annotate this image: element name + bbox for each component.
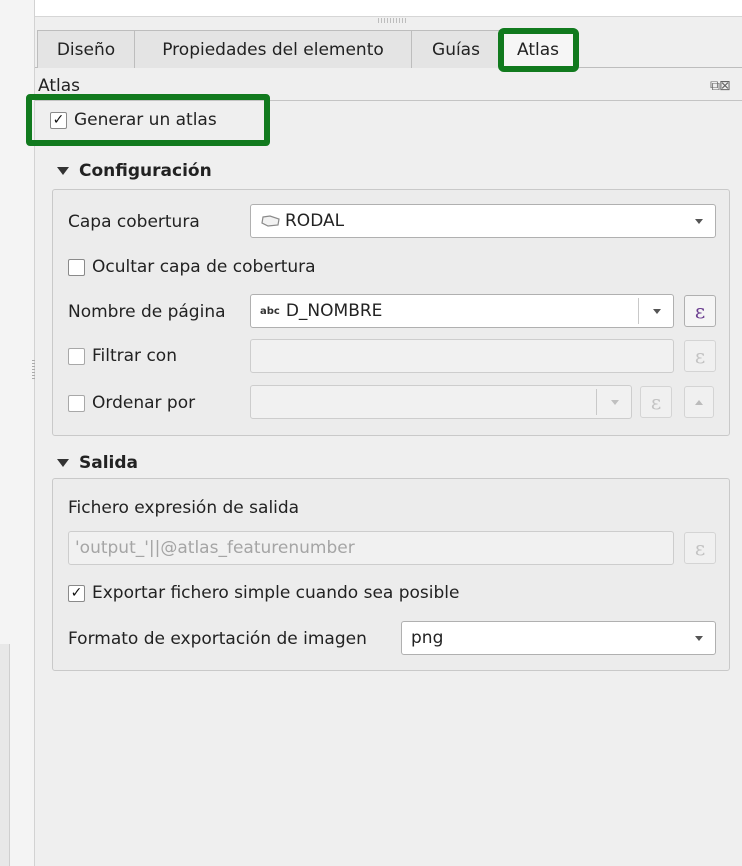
collapse-triangle-icon[interactable] xyxy=(57,459,69,467)
tab-propiedades-elemento[interactable]: Propiedades del elemento xyxy=(134,30,412,68)
sort-label: Ordenar por xyxy=(92,393,196,413)
image-format-combo[interactable]: png xyxy=(401,621,716,655)
section-title: Configuración xyxy=(79,161,212,181)
output-expression-button: ε xyxy=(684,532,716,564)
expression-icon: ε xyxy=(694,344,706,368)
chevron-down-icon[interactable] xyxy=(653,309,661,314)
expression-icon: ε xyxy=(650,390,662,414)
page-name-value: D_NOMBRE xyxy=(285,301,383,321)
salida-header[interactable]: Salida xyxy=(57,451,138,475)
tab-label: Guías xyxy=(432,39,480,60)
string-field-icon: abc xyxy=(260,305,280,317)
expression-icon: ε xyxy=(694,299,706,323)
sort-up-icon xyxy=(695,400,703,405)
polygon-layer-icon xyxy=(261,215,280,227)
dock-window-buttons: ⧉⊠ xyxy=(710,78,731,94)
float-icon[interactable]: ⧉ xyxy=(710,78,720,94)
sort-expression-button: ε xyxy=(640,386,672,418)
coverage-layer-value: RODAL xyxy=(285,211,345,231)
tab-label: Diseño xyxy=(56,39,116,60)
single-file-checkbox[interactable]: ✓ Exportar fichero simple cuando sea pos… xyxy=(68,581,459,605)
page-name-combo[interactable]: abc D_NOMBRE xyxy=(250,294,674,328)
tab-guias[interactable]: Guías xyxy=(411,30,501,68)
combo-separator xyxy=(638,298,639,324)
sort-field-combo xyxy=(250,385,632,419)
coverage-layer-combo[interactable]: RODAL xyxy=(250,204,716,238)
checkbox-box[interactable] xyxy=(68,347,85,365)
chevron-down-icon xyxy=(695,636,703,641)
page-name-expression-button[interactable]: ε xyxy=(684,295,716,327)
atlas-tab-highlight xyxy=(498,28,579,72)
image-format-label: Formato de exportación de imagen xyxy=(68,629,367,649)
sort-checkbox[interactable]: Ordenar por xyxy=(68,391,195,415)
tab-bar: Diseño Propiedades del elemento Guías At… xyxy=(35,28,742,69)
generate-atlas-highlight xyxy=(26,94,270,146)
image-format-value: png xyxy=(411,628,444,648)
chevron-down-icon xyxy=(611,400,619,405)
hide-coverage-checkbox[interactable]: Ocultar capa de cobertura xyxy=(68,255,316,279)
expression-icon: ε xyxy=(694,536,706,560)
tab-label: Propiedades del elemento xyxy=(162,39,384,60)
filter-expression-button: ε xyxy=(684,340,716,372)
checkbox-box[interactable] xyxy=(68,258,85,276)
tab-diseno[interactable]: Diseño xyxy=(37,30,135,68)
checkbox-box[interactable] xyxy=(68,394,85,412)
filter-checkbox[interactable]: Filtrar con xyxy=(68,344,177,368)
output-expression-label: Fichero expresión de salida xyxy=(68,498,300,518)
combo-separator xyxy=(596,389,597,415)
filter-input xyxy=(250,339,674,373)
hide-coverage-label: Ocultar capa de cobertura xyxy=(92,257,316,277)
sort-ascending-button xyxy=(684,386,714,418)
resize-grip[interactable] xyxy=(378,18,408,23)
top-panel-area xyxy=(35,0,742,17)
close-icon[interactable]: ⊠ xyxy=(719,78,731,94)
section-title: Salida xyxy=(79,453,139,473)
splitter-handle[interactable] xyxy=(32,360,35,380)
single-file-label: Exportar fichero simple cuando sea posib… xyxy=(92,583,460,603)
filter-label: Filtrar con xyxy=(92,346,177,366)
configuracion-header[interactable]: Configuración xyxy=(57,159,212,183)
checkbox-box[interactable]: ✓ xyxy=(68,584,85,602)
output-expression-input: 'output_'||@atlas_featurenumber xyxy=(68,531,674,565)
coverage-layer-label: Capa cobertura xyxy=(68,212,200,232)
collapse-triangle-icon[interactable] xyxy=(57,167,69,175)
left-panel-lower xyxy=(0,644,10,866)
chevron-down-icon xyxy=(695,219,703,224)
page-name-label: Nombre de página xyxy=(68,302,226,322)
